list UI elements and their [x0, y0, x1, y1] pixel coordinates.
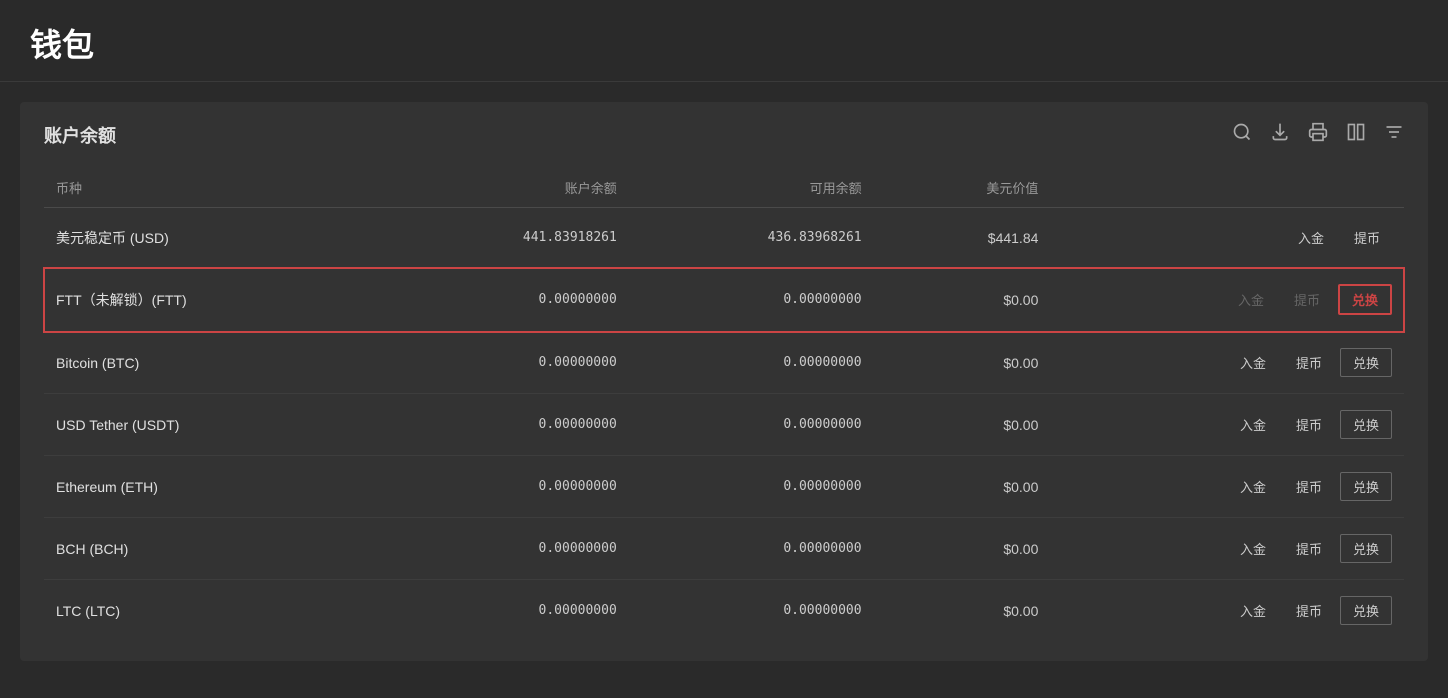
withdraw-button[interactable]: 提币 [1284, 597, 1334, 624]
withdraw-button[interactable]: 提币 [1284, 473, 1334, 500]
table-row: LTC (LTC)0.000000000.00000000$0.00入金提币兑换 [44, 580, 1404, 642]
withdraw-button[interactable]: 提币 [1284, 535, 1334, 562]
balance-value: 0.00000000 [384, 456, 629, 518]
row-actions: 入金提币兑换 [1050, 268, 1404, 332]
balance-value: 441.83918261 [384, 208, 629, 268]
available-value: 0.00000000 [629, 580, 874, 642]
columns-icon[interactable] [1346, 122, 1366, 148]
header-available: 可用余额 [629, 168, 874, 208]
page-header: 钱包 [0, 0, 1448, 82]
table-row: USD Tether (USDT)0.000000000.00000000$0.… [44, 394, 1404, 456]
usd-value: $0.00 [874, 456, 1051, 518]
available-value: 0.00000000 [629, 332, 874, 394]
exchange-button[interactable]: 兑换 [1340, 410, 1392, 439]
available-value: 0.00000000 [629, 268, 874, 332]
currency-name: Bitcoin (BTC) [44, 332, 384, 394]
table-row: Ethereum (ETH)0.000000000.00000000$0.00入… [44, 456, 1404, 518]
withdraw-button[interactable]: 提币 [1342, 224, 1392, 251]
usd-value: $0.00 [874, 332, 1051, 394]
usd-value: $0.00 [874, 580, 1051, 642]
exchange-button[interactable]: 兑换 [1340, 534, 1392, 563]
filter-icon[interactable] [1384, 122, 1404, 148]
currency-name: BCH (BCH) [44, 518, 384, 580]
currency-name: FTT（未解锁）(FTT) [44, 268, 384, 332]
row-actions: 入金提币兑换 [1050, 332, 1404, 394]
deposit-button[interactable]: 入金 [1228, 535, 1278, 562]
section-title: 账户余额 [44, 122, 116, 148]
balance-value: 0.00000000 [384, 518, 629, 580]
usd-value: $0.00 [874, 518, 1051, 580]
deposit-button[interactable]: 入金 [1228, 349, 1278, 376]
available-value: 0.00000000 [629, 518, 874, 580]
deposit-button[interactable]: 入金 [1228, 411, 1278, 438]
page-title: 钱包 [30, 20, 1418, 66]
deposit-button: 入金 [1226, 286, 1276, 313]
table-row: BCH (BCH)0.000000000.00000000$0.00入金提币兑换 [44, 518, 1404, 580]
currency-name: LTC (LTC) [44, 580, 384, 642]
header-actions [1050, 168, 1404, 208]
row-actions: 入金提币兑换 [1050, 394, 1404, 456]
balance-value: 0.00000000 [384, 332, 629, 394]
download-icon[interactable] [1270, 122, 1290, 148]
section-header: 账户余额 [44, 122, 1404, 148]
usd-value: $441.84 [874, 208, 1051, 268]
table-body: 美元稳定币 (USD)441.83918261436.83968261$441.… [44, 208, 1404, 642]
withdraw-button: 提币 [1282, 286, 1332, 313]
row-actions: 入金提币兑换 [1050, 580, 1404, 642]
usd-value: $0.00 [874, 394, 1051, 456]
search-icon[interactable] [1232, 122, 1252, 148]
header-balance: 账户余额 [384, 168, 629, 208]
header-usd: 美元价值 [874, 168, 1051, 208]
exchange-button[interactable]: 兑换 [1340, 348, 1392, 377]
exchange-button[interactable]: 兑换 [1340, 596, 1392, 625]
balance-table: 币种 账户余额 可用余额 美元价值 美元稳定币 (USD)441.8391826… [44, 168, 1404, 641]
row-actions: 入金提币 [1050, 208, 1404, 268]
print-icon[interactable] [1308, 122, 1328, 148]
deposit-button[interactable]: 入金 [1286, 224, 1336, 251]
withdraw-button[interactable]: 提币 [1284, 349, 1334, 376]
table-row: FTT（未解锁）(FTT)0.000000000.00000000$0.00入金… [44, 268, 1404, 332]
available-value: 0.00000000 [629, 394, 874, 456]
currency-name: Ethereum (ETH) [44, 456, 384, 518]
header-currency: 币种 [44, 168, 384, 208]
available-value: 0.00000000 [629, 456, 874, 518]
deposit-button[interactable]: 入金 [1228, 597, 1278, 624]
row-actions: 入金提币兑换 [1050, 518, 1404, 580]
currency-name: USD Tether (USDT) [44, 394, 384, 456]
withdraw-button[interactable]: 提币 [1284, 411, 1334, 438]
usd-value: $0.00 [874, 268, 1051, 332]
main-content: 账户余额 [20, 102, 1428, 661]
toolbar-icons [1232, 122, 1404, 148]
row-actions: 入金提币兑换 [1050, 456, 1404, 518]
deposit-button[interactable]: 入金 [1228, 473, 1278, 500]
exchange-button[interactable]: 兑换 [1338, 284, 1392, 315]
balance-value: 0.00000000 [384, 268, 629, 332]
balance-value: 0.00000000 [384, 580, 629, 642]
balance-value: 0.00000000 [384, 394, 629, 456]
exchange-button[interactable]: 兑换 [1340, 472, 1392, 501]
available-value: 436.83968261 [629, 208, 874, 268]
currency-name: 美元稳定币 (USD) [44, 208, 384, 268]
table-row: 美元稳定币 (USD)441.83918261436.83968261$441.… [44, 208, 1404, 268]
table-row: Bitcoin (BTC)0.000000000.00000000$0.00入金… [44, 332, 1404, 394]
table-header-row: 币种 账户余额 可用余额 美元价值 [44, 168, 1404, 208]
